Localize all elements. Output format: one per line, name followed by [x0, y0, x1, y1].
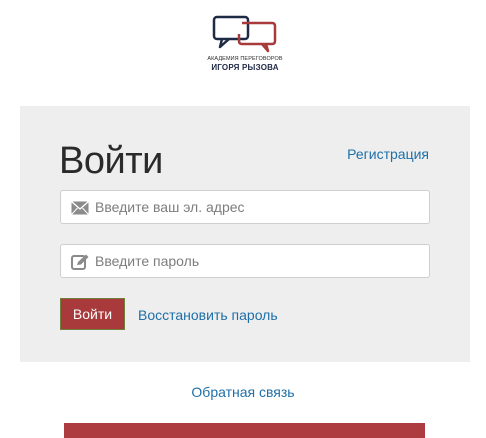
- password-input[interactable]: [95, 245, 425, 277]
- login-panel: Войти Регистрация Войти Восстановить пар…: [20, 106, 470, 362]
- logo-text-line2: ИГОРЯ РЫЗОВА: [211, 63, 279, 72]
- bottom-accent-bar: [64, 423, 425, 438]
- login-button[interactable]: Войти: [60, 298, 125, 330]
- restore-password-link[interactable]: Восстановить пароль: [138, 307, 278, 323]
- feedback-link[interactable]: Обратная связь: [0, 384, 486, 400]
- speech-bubbles-logo-icon: [212, 15, 277, 53]
- academy-logo: АКАДЕМИЯ ПЕРЕГОВОРОВ ИГОРЯ РЫЗОВА: [206, 14, 284, 72]
- envelope-icon: [71, 200, 89, 216]
- pencil-edit-icon: [71, 254, 89, 270]
- register-link[interactable]: Регистрация: [347, 146, 429, 162]
- page-title: Войти: [59, 140, 163, 182]
- password-field[interactable]: [60, 244, 430, 278]
- logo-text-line1: АКАДЕМИЯ ПЕРЕГОВОРОВ: [207, 56, 283, 62]
- email-input[interactable]: [95, 191, 425, 223]
- email-field[interactable]: [60, 190, 430, 224]
